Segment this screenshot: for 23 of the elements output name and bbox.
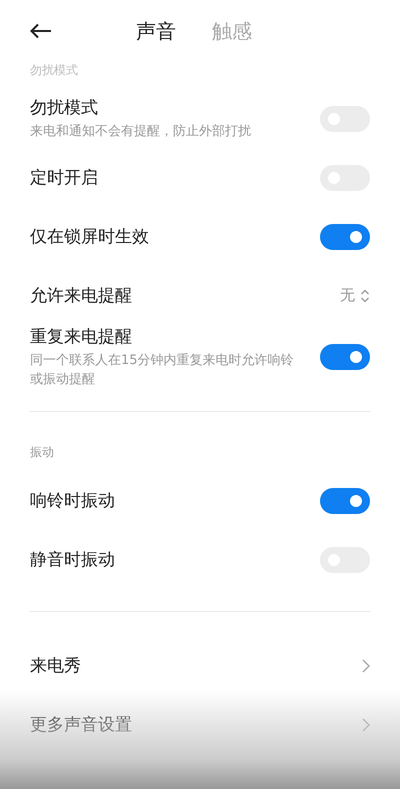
setting-label: 允许来电提醒 xyxy=(30,285,132,307)
setting-description: 同一个联系人在15分钟内重复来电时允许响铃或振动提醒 xyxy=(30,352,295,389)
value-selector[interactable]: 无 xyxy=(340,286,370,305)
setting-label: 勿扰模式 xyxy=(30,97,99,119)
chevron-right-icon[interactable] xyxy=(362,658,370,672)
tab[interactable]: 触感 xyxy=(212,18,252,44)
setting-label: 仅在锁屏时生效 xyxy=(30,226,149,248)
toggle-switch[interactable] xyxy=(320,488,370,514)
setting-label: 静音时振动 xyxy=(30,549,115,571)
setting-label: 重复来电提醒 xyxy=(30,326,133,348)
back-arrow-icon[interactable] xyxy=(30,23,52,39)
tab[interactable]: 声音 xyxy=(136,18,176,44)
setting-label: 响铃时振动 xyxy=(30,490,115,512)
section-header: 振动 xyxy=(30,444,55,461)
toggle-switch[interactable] xyxy=(320,344,370,370)
setting-label: 来电秀 xyxy=(30,655,81,677)
setting-label: 更多声音设置 xyxy=(30,714,132,736)
section-header: 勿扰模式 xyxy=(30,62,79,79)
up-down-chevron-icon xyxy=(360,288,370,302)
setting-description: 来电和通知不会有提醒，防止外部打扰 xyxy=(30,123,251,141)
chevron-right-icon[interactable] xyxy=(362,718,370,732)
setting-label: 定时开启 xyxy=(30,167,98,189)
toggle-switch[interactable] xyxy=(320,224,370,250)
